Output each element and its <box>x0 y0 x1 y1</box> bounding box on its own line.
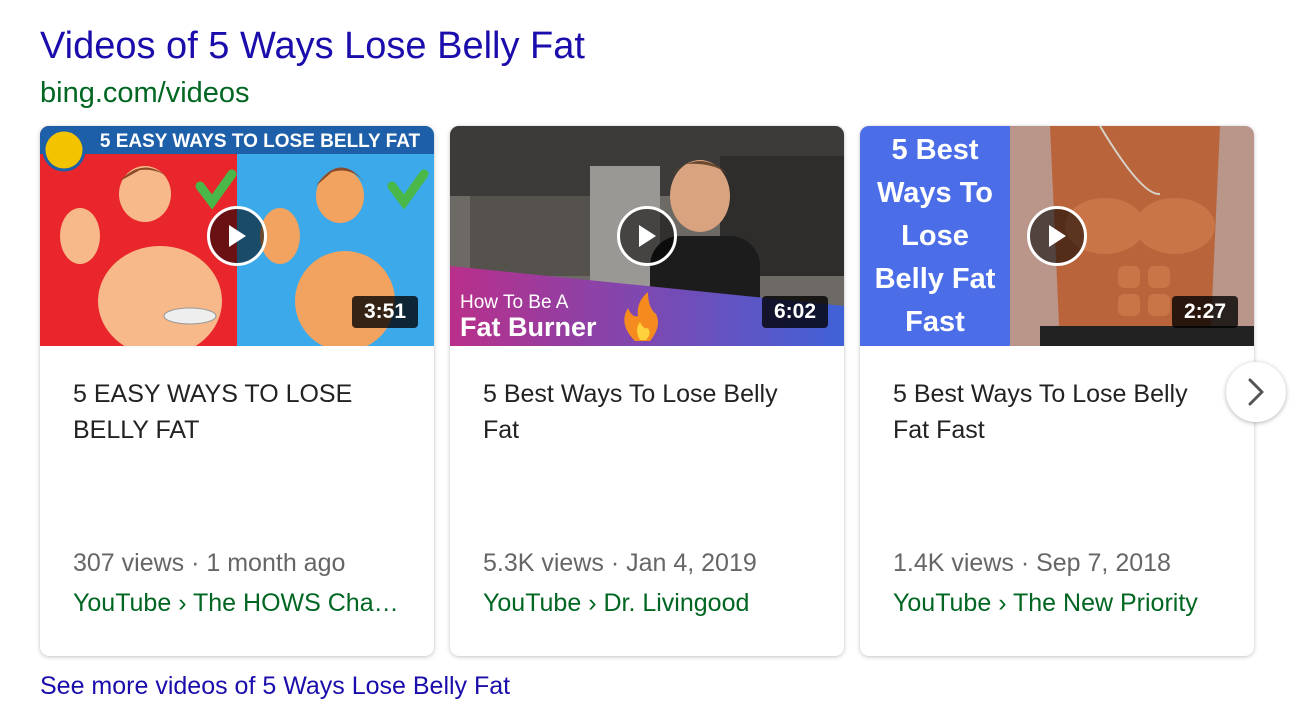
play-icon <box>1049 225 1066 247</box>
video-meta: 307 views · 1 month ago <box>73 549 346 577</box>
next-carousel-button[interactable] <box>1226 362 1286 422</box>
video-card[interactable]: How To Be A Fat Burner 6:02 5 Best Ways … <box>450 126 844 656</box>
thumbnail-caption: Fat Burner <box>460 312 597 342</box>
thumbnail-text: Fast <box>905 306 965 338</box>
video-thumbnail[interactable]: 5 Best Ways To Lose Belly Fat Fast 2:27 <box>860 126 1254 346</box>
thumbnail-text: Lose <box>901 220 969 252</box>
video-card[interactable]: 5 EASY WAYS TO LOSE BELLY FAT 3:51 5 EAS… <box>40 126 434 656</box>
video-channel[interactable]: YouTube › The New Priority <box>893 589 1228 618</box>
thumbnail-subtitle: How To Be A <box>460 292 569 313</box>
video-meta: 5.3K views · Jan 4, 2019 <box>483 549 757 577</box>
video-meta: 1.4K views · Sep 7, 2018 <box>893 549 1171 577</box>
see-more-videos-link[interactable]: See more videos of 5 Ways Lose Belly Fat <box>40 672 510 701</box>
source-url: bing.com/videos <box>40 77 250 109</box>
play-button[interactable] <box>207 206 267 266</box>
thumbnail-text: Ways To <box>877 177 993 209</box>
results-title-link[interactable]: Videos of 5 Ways Lose Belly Fat <box>40 22 585 70</box>
play-icon <box>229 225 246 247</box>
channel-logo-icon <box>42 128 86 172</box>
video-card[interactable]: 5 Best Ways To Lose Belly Fat Fast 2:27 … <box>860 126 1254 656</box>
video-title[interactable]: 5 Best Ways To Lose Belly Fat Fast <box>893 376 1213 448</box>
video-thumbnail[interactable]: 5 EASY WAYS TO LOSE BELLY FAT 3:51 <box>40 126 434 346</box>
video-duration: 2:27 <box>1171 296 1238 328</box>
thumbnail-text: 5 Best <box>891 134 978 166</box>
video-duration: 6:02 <box>761 296 828 328</box>
play-button[interactable] <box>617 206 677 266</box>
video-channel[interactable]: YouTube › Dr. Livingood <box>483 589 818 618</box>
video-duration: 3:51 <box>351 296 418 328</box>
video-thumbnail[interactable]: How To Be A Fat Burner 6:02 <box>450 126 844 346</box>
chevron-right-icon <box>1248 378 1264 406</box>
video-channel[interactable]: YouTube › The HOWS Chan… <box>73 589 408 618</box>
video-title[interactable]: 5 Best Ways To Lose Belly Fat <box>483 376 803 448</box>
play-icon <box>639 225 656 247</box>
thumbnail-text: Belly Fat <box>875 263 996 295</box>
thumbnail-banner: 5 EASY WAYS TO LOSE BELLY FAT <box>100 131 421 152</box>
play-button[interactable] <box>1027 206 1087 266</box>
video-title[interactable]: 5 EASY WAYS TO LOSE BELLY FAT <box>73 376 393 448</box>
